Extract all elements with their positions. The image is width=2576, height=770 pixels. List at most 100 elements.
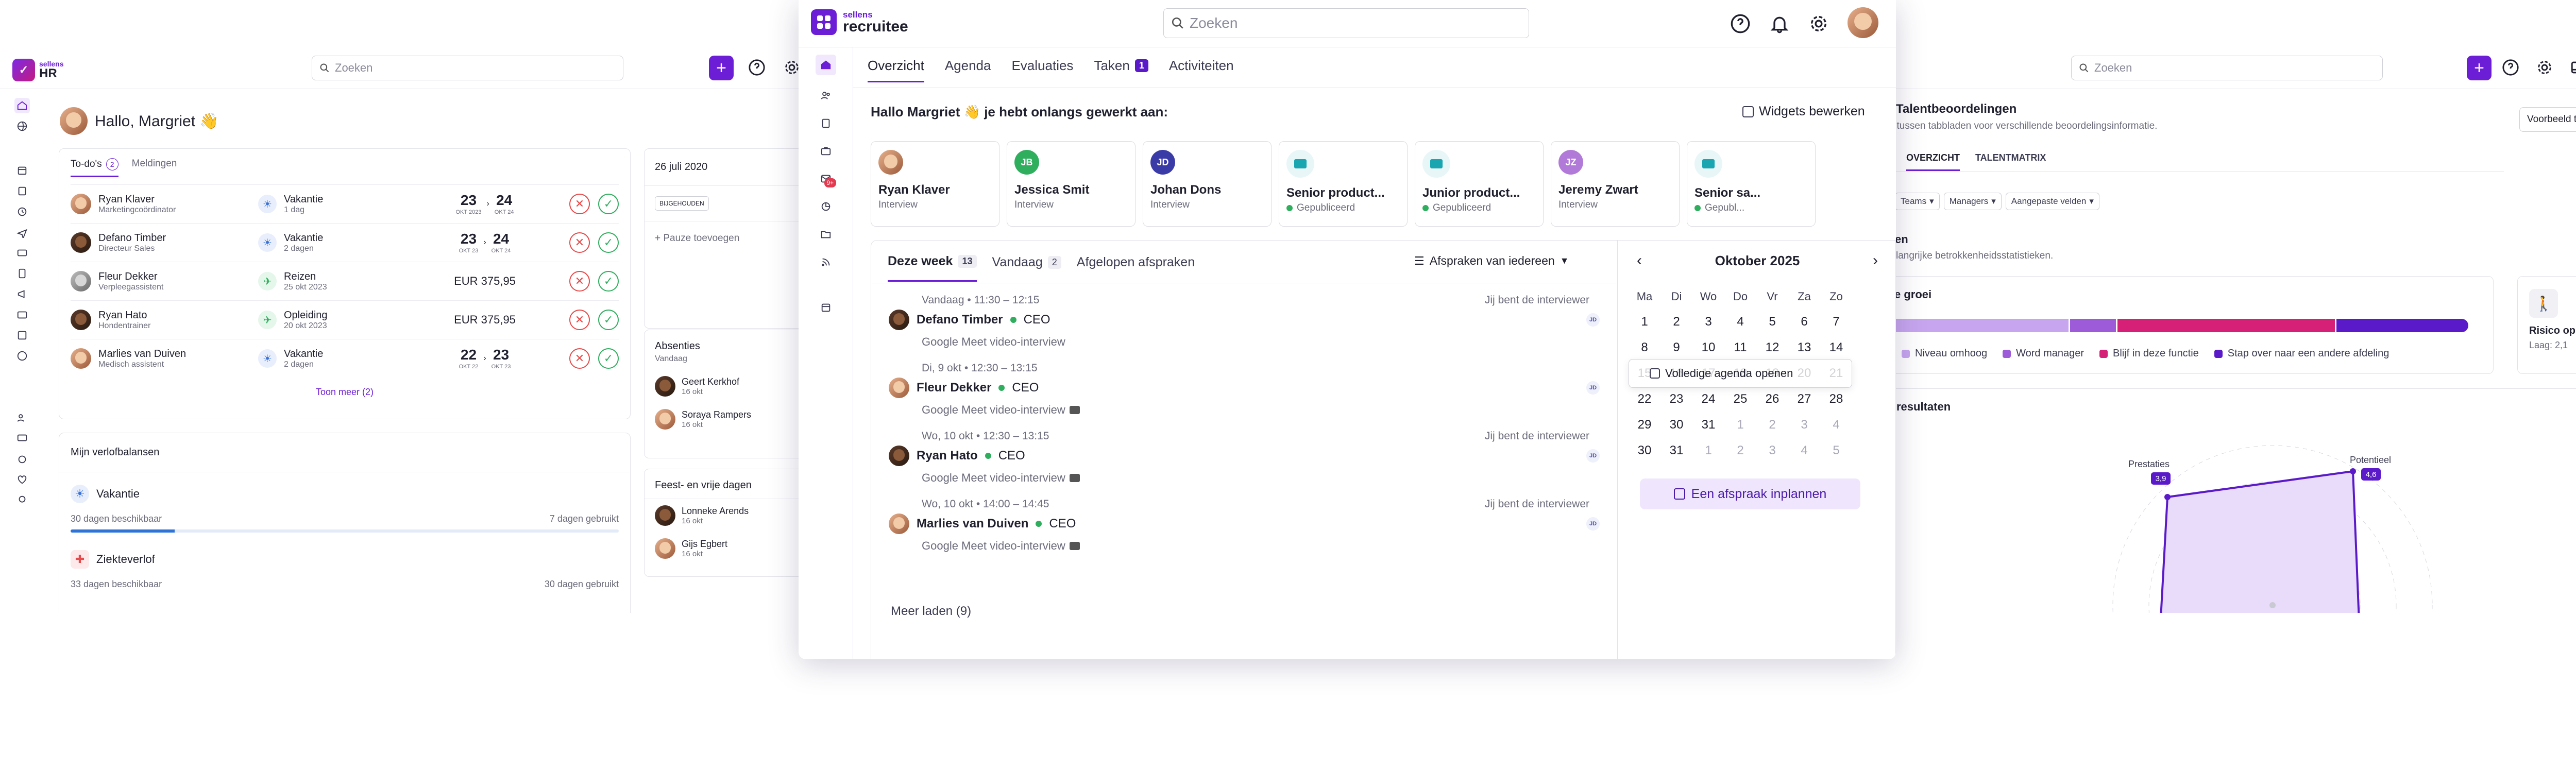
calendar-day[interactable]: 2: [1724, 443, 1756, 458]
growth-segment[interactable]: [2117, 319, 2335, 332]
hr-add-button[interactable]: +: [709, 56, 734, 80]
calendar-day[interactable]: 4: [1788, 443, 1820, 458]
schedule-button[interactable]: Een afspraak inplannen: [1640, 478, 1860, 509]
calendar-day[interactable]: 30: [1629, 443, 1660, 458]
calendar-day[interactable]: 4: [1724, 315, 1756, 329]
megaphone-icon[interactable]: [14, 286, 30, 302]
list-item[interactable]: Gijs Egbert 16 okt: [645, 532, 809, 565]
list-item[interactable]: Lonneke Arends 16 okt: [645, 499, 809, 532]
rss-icon[interactable]: [818, 254, 834, 270]
home-icon[interactable]: [815, 55, 836, 75]
folder-icon[interactable]: [818, 227, 834, 242]
calendar-day[interactable]: 5: [1820, 443, 1852, 458]
appt-tab[interactable]: Deze week 13: [888, 254, 977, 282]
recent-card[interactable]: JB Jessica Smit Interview: [1007, 141, 1136, 227]
list-item[interactable]: Soraya Rampers 16 okt: [645, 403, 809, 436]
calendar-day[interactable]: 22: [1629, 392, 1660, 406]
recent-card[interactable]: JZ Jeremy Zwart Interview: [1551, 141, 1680, 227]
clipboard-icon[interactable]: [818, 115, 834, 131]
calendar-day[interactable]: 24: [1692, 392, 1724, 406]
calendar-day[interactable]: 2: [1660, 315, 1692, 329]
approve-button[interactable]: ✓: [598, 348, 619, 369]
world-icon[interactable]: [14, 348, 30, 364]
gear-icon[interactable]: [1808, 13, 1829, 37]
open-calendar-tooltip[interactable]: Volledige agenda openen: [1629, 359, 1852, 388]
chart-icon[interactable]: [818, 199, 834, 214]
growth-segment[interactable]: [2070, 319, 2116, 332]
briefcase-icon[interactable]: [818, 143, 834, 159]
talent-search-input[interactable]: Zoeken: [2071, 56, 2383, 80]
approve-button[interactable]: ✓: [598, 310, 619, 330]
calendar-day[interactable]: 3: [1692, 315, 1724, 329]
bell-icon[interactable]: [1769, 13, 1790, 37]
wallet-icon[interactable]: [14, 307, 30, 322]
inbox-icon[interactable]: [14, 328, 30, 343]
globe-icon[interactable]: [14, 118, 30, 134]
reject-button[interactable]: ✕: [569, 232, 590, 253]
calendar-day[interactable]: 30: [1660, 418, 1692, 432]
calendar-day[interactable]: 10: [1692, 340, 1724, 355]
calendar-day[interactable]: 1: [1724, 418, 1756, 432]
tab-activiteiten[interactable]: Activiteiten: [1169, 58, 1234, 82]
tab-overzicht[interactable]: Overzicht: [868, 58, 924, 82]
tab-agenda[interactable]: Agenda: [945, 58, 991, 82]
calendar-day[interactable]: 26: [1756, 392, 1788, 406]
approve-button[interactable]: ✓: [598, 232, 619, 253]
recent-card[interactable]: Senior sa... Gepubl...: [1687, 141, 1816, 227]
appt-tab[interactable]: Afgelopen afspraken: [1077, 254, 1195, 282]
chevron-left-icon[interactable]: ‹: [1637, 252, 1642, 269]
clock-icon[interactable]: [14, 204, 30, 219]
recent-card[interactable]: Junior product... Gepubliceerd: [1415, 141, 1544, 227]
calendar-day[interactable]: 3: [1788, 418, 1820, 432]
recent-card[interactable]: Ryan Klaver Interview: [871, 141, 999, 227]
plane-icon[interactable]: [14, 225, 30, 240]
calendar-day[interactable]: 6: [1788, 315, 1820, 329]
appointment-item[interactable]: Di, 9 okt • 12:30 – 13:15 Fleur Dekker CE…: [889, 358, 1600, 426]
calendar-day[interactable]: 9: [1660, 340, 1692, 355]
badge-icon[interactable]: [14, 492, 30, 508]
calendar-day[interactable]: 8: [1629, 340, 1660, 355]
reject-button[interactable]: ✕: [569, 194, 590, 214]
mail-icon[interactable]: 9+: [818, 171, 837, 187]
list-item[interactable]: Geert Kerkhof 16 okt: [645, 370, 809, 403]
load-more-link[interactable]: Meer laden (9): [891, 604, 971, 619]
calendar-day[interactable]: 1: [1692, 443, 1724, 458]
tab-evaluaties[interactable]: Evaluaties: [1011, 58, 1073, 82]
calendar-day[interactable]: 3: [1756, 443, 1788, 458]
gear-icon[interactable]: [783, 59, 801, 79]
edit-widgets-button[interactable]: Widgets bewerken: [1742, 104, 1865, 119]
appt-tab[interactable]: Vandaag 2: [992, 254, 1061, 282]
chevron-right-icon[interactable]: ›: [1873, 252, 1878, 269]
growth-segment[interactable]: [2336, 319, 2468, 332]
growth-segment[interactable]: [1886, 319, 2069, 332]
filter-managers[interactable]: Managers ▾: [1943, 193, 2002, 210]
recruitee-logo[interactable]: sellens recruitee: [811, 9, 908, 35]
approve-button[interactable]: ✓: [598, 271, 619, 292]
home-icon[interactable]: [14, 98, 30, 113]
calendar-icon[interactable]: [14, 163, 30, 178]
calendar-day[interactable]: 2: [1756, 418, 1788, 432]
calendar-day[interactable]: 4: [1820, 418, 1852, 432]
calendar-day[interactable]: 5: [1756, 315, 1788, 329]
appointment-item[interactable]: Vandaag • 11:30 – 12:15 Jij bent de inter…: [889, 290, 1600, 358]
calendar-icon[interactable]: [818, 300, 834, 315]
tab-talentmatrix[interactable]: TALENTMATRIX: [1975, 152, 2046, 171]
doc-icon[interactable]: [14, 266, 30, 281]
heart-icon[interactable]: [14, 472, 30, 487]
calendar-day[interactable]: 25: [1724, 392, 1756, 406]
calendar-day[interactable]: 13: [1788, 340, 1820, 355]
filter-dropdown[interactable]: ☰ Afspraken van iedereen ▼: [1414, 254, 1569, 268]
timer-icon[interactable]: [14, 451, 30, 467]
reject-button[interactable]: ✕: [569, 348, 590, 369]
calendar-day[interactable]: 28: [1820, 392, 1852, 406]
gear-icon[interactable]: [2536, 59, 2553, 79]
users-icon[interactable]: [14, 410, 30, 425]
calendar-day[interactable]: 23: [1660, 392, 1692, 406]
chat-icon[interactable]: [14, 431, 30, 446]
calendar-day[interactable]: 1: [1629, 315, 1660, 329]
book-icon[interactable]: [14, 183, 30, 199]
tab-taken[interactable]: Taken 1: [1094, 58, 1148, 82]
recent-card[interactable]: JD Johan Dons Interview: [1143, 141, 1272, 227]
appointment-item[interactable]: Wo, 10 okt • 14:00 – 14:45 Jij bent de in…: [889, 494, 1600, 562]
calendar-day[interactable]: 31: [1660, 443, 1692, 458]
